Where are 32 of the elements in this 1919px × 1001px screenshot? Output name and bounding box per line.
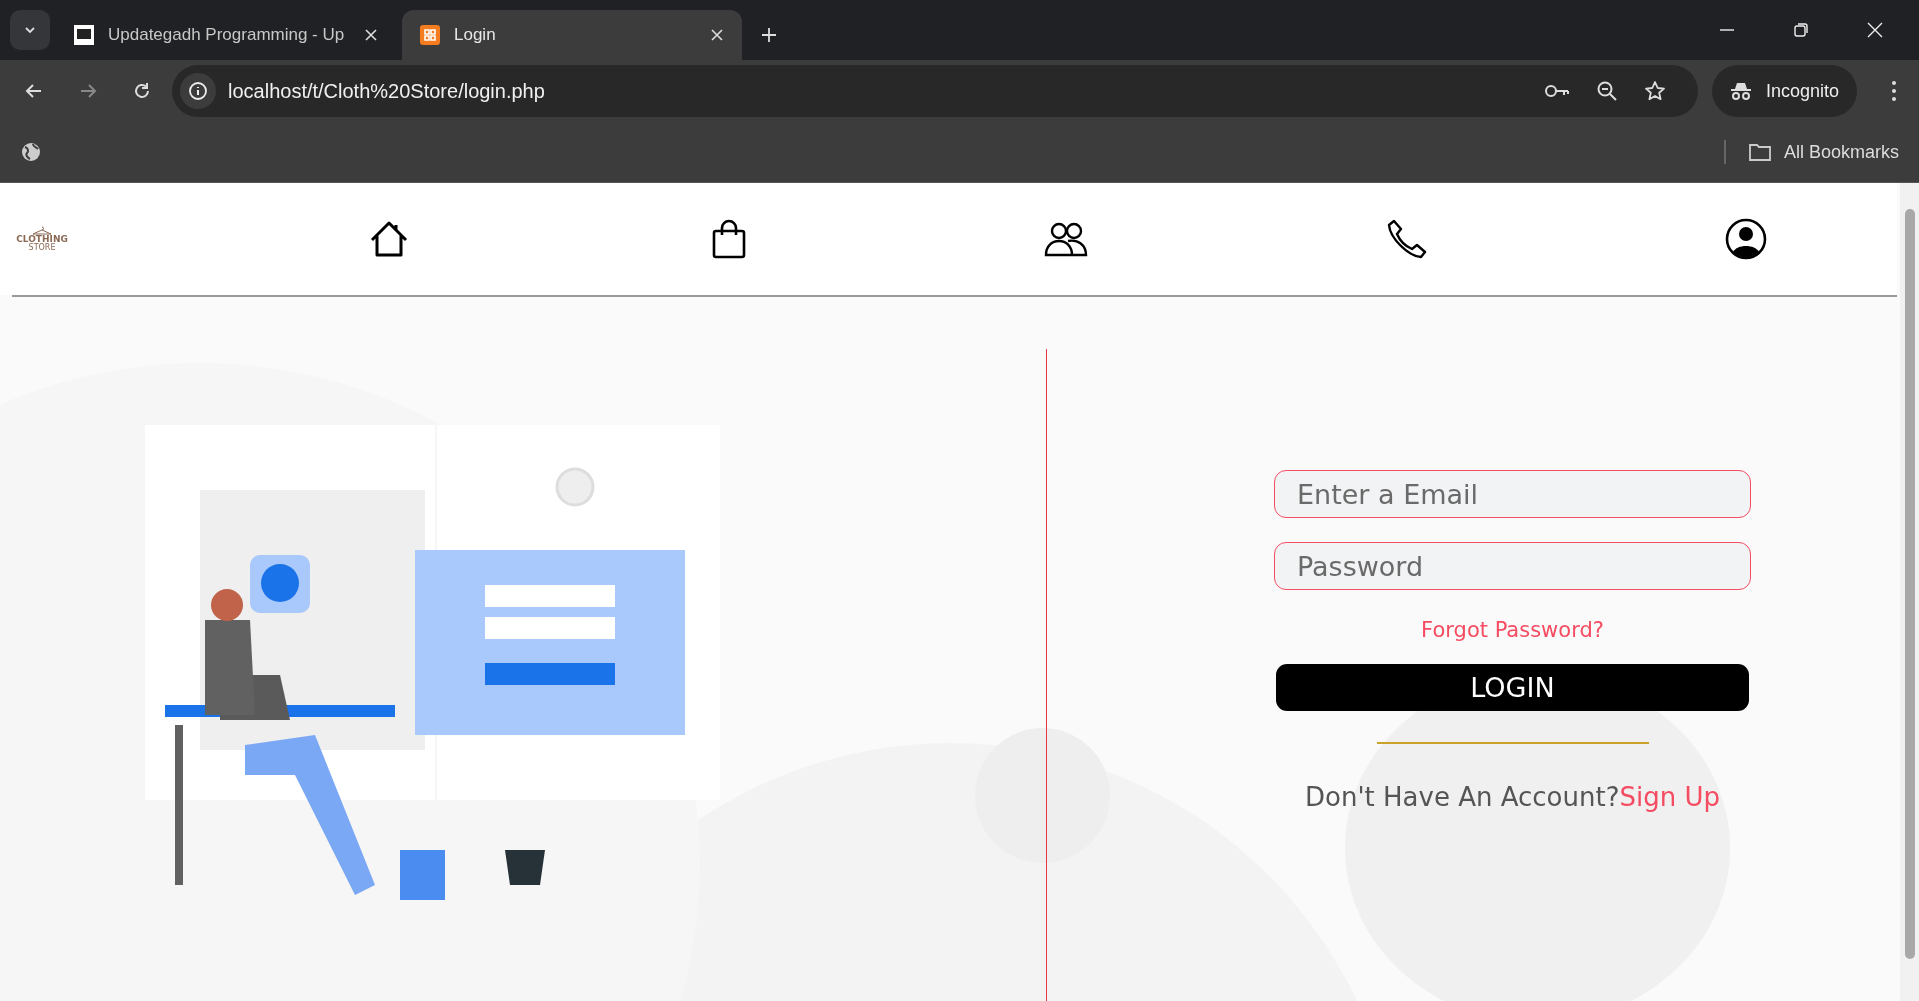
site-info-icon[interactable] [180,73,216,109]
incognito-button[interactable]: Incognito [1711,65,1857,117]
browser-tab[interactable]: Updategadh Programming - Up [56,10,396,60]
scrollbar[interactable] [1900,183,1919,1001]
restore-icon[interactable] [1793,22,1809,38]
login-button[interactable]: LOGIN [1276,664,1749,711]
store-logo[interactable]: CLOTHING STORE [14,226,70,252]
tab-title: Updategadh Programming - Up [108,25,346,45]
browser-tab[interactable]: Login [402,10,742,60]
close-icon[interactable] [710,28,724,42]
favicon-icon [74,25,94,45]
url-text: localhost/t/Cloth%20Store/login.php [228,79,545,103]
new-tab-icon[interactable] [760,26,778,44]
address-bar[interactable]: localhost/t/Cloth%20Store/login.php [172,65,1698,117]
reload-icon[interactable] [132,81,152,101]
folder-icon [1747,142,1772,162]
menu-icon[interactable] [1891,80,1897,102]
favicon-icon [420,25,440,45]
email-field[interactable]: Enter a Email [1274,470,1751,518]
phone-icon[interactable] [1385,218,1428,260]
password-field[interactable]: Password [1274,542,1751,590]
close-icon[interactable] [1867,22,1883,38]
signup-prompt: Don't Have An Account?Sign Up [1305,782,1720,812]
tab-title: Login [454,25,497,45]
zoom-out-icon[interactable] [1595,80,1618,102]
account-icon[interactable] [1725,218,1767,260]
close-icon[interactable] [364,28,378,42]
home-icon[interactable] [369,219,410,259]
globe-icon[interactable] [20,141,42,163]
star-icon[interactable] [1643,80,1666,102]
all-bookmarks-button[interactable]: All Bookmarks [1747,141,1899,163]
incognito-icon [1729,81,1752,101]
